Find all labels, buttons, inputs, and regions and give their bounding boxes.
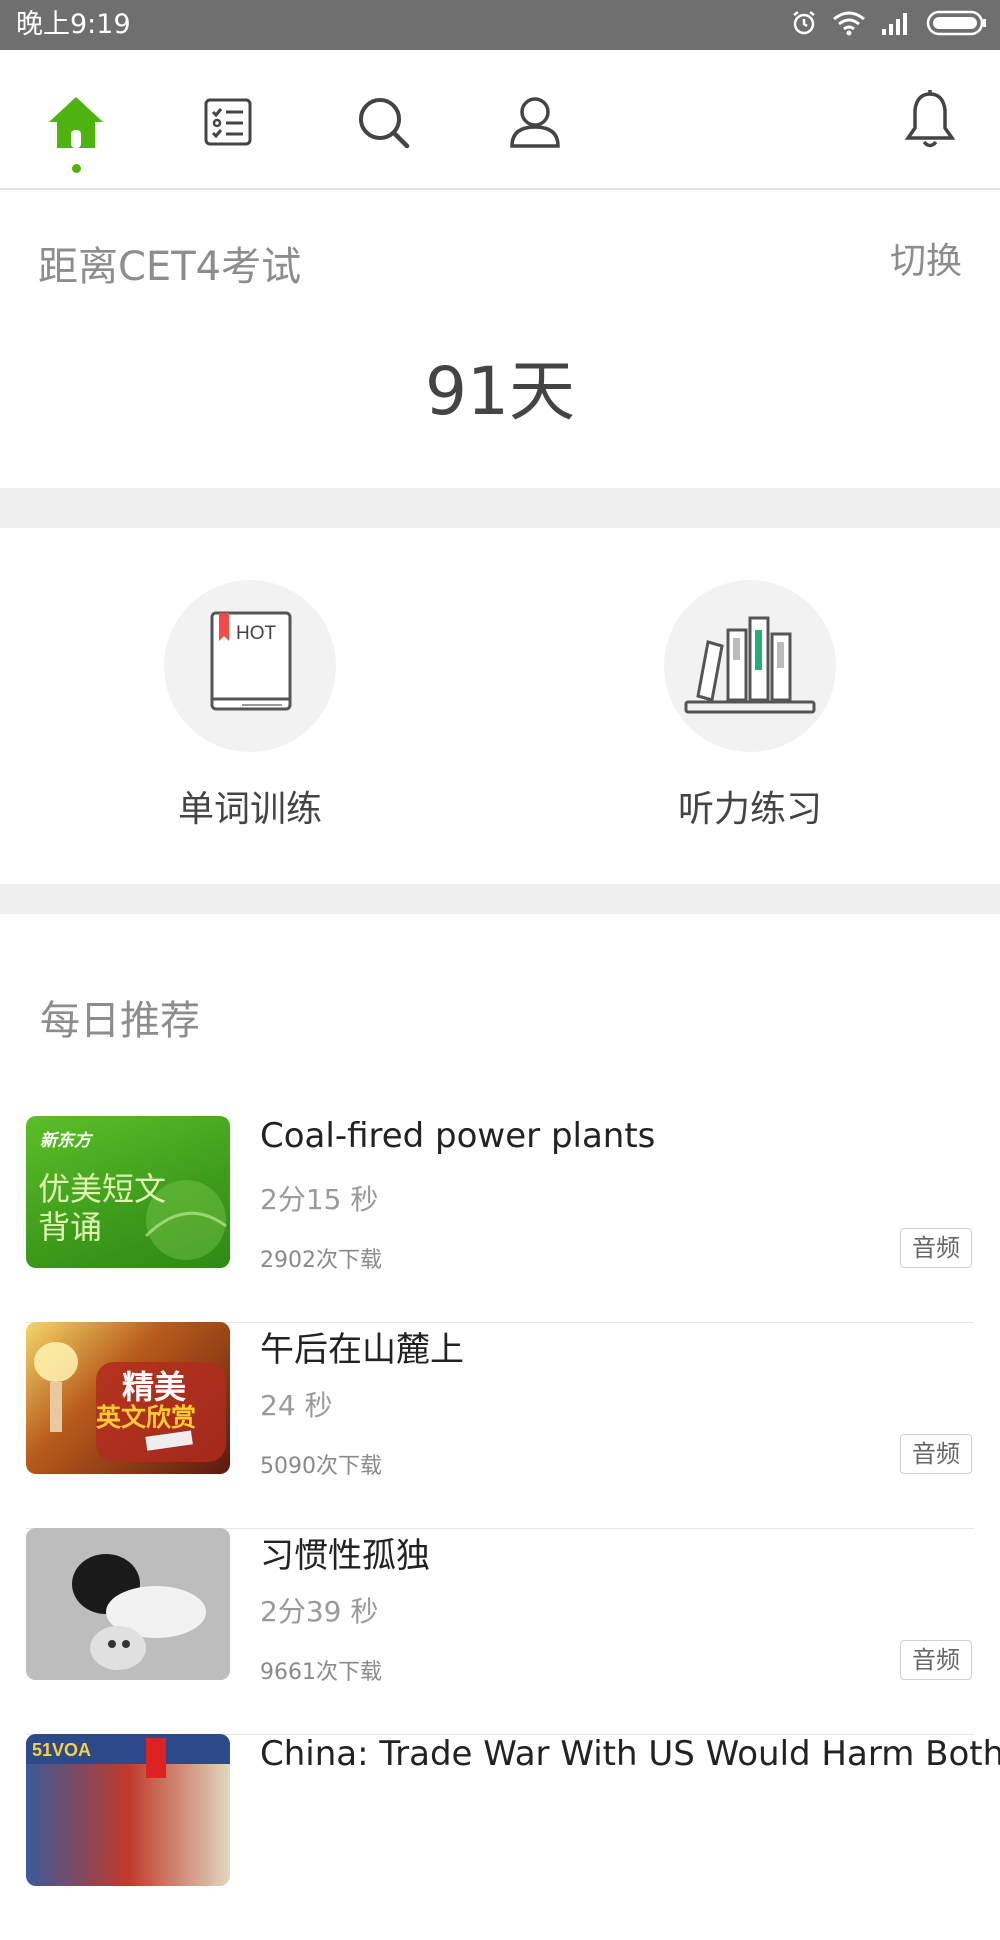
item-thumbnail: 51VOA xyxy=(26,1734,230,1886)
item-title: China: Trade War With US Would Harm Both xyxy=(260,1734,1000,1774)
active-indicator xyxy=(72,164,81,173)
daily-recommend-section: 每日推荐 新东方 优美短文 背诵 Coal-fired power plants… xyxy=(0,914,1000,1886)
list-item[interactable]: 精美 英文欣赏 午后在山麓上 24 秒 5090次下载 音频 xyxy=(26,1322,974,1529)
listening-practice-button[interactable]: 听力练习 xyxy=(630,580,870,832)
status-time: 晚上9:19 xyxy=(16,9,131,40)
audio-badge: 音频 xyxy=(900,1434,972,1474)
item-downloads: 2902次下载 xyxy=(260,1248,382,1273)
svg-text:英文欣赏: 英文欣赏 xyxy=(96,1403,196,1432)
nav-search-button[interactable] xyxy=(343,84,423,164)
item-title: 午后在山麓上 xyxy=(260,1330,464,1370)
user-icon xyxy=(509,95,561,153)
item-title: 习惯性孤独 xyxy=(260,1536,430,1576)
status-bar: 晚上9:19 xyxy=(0,0,1000,50)
vocab-training-button[interactable]: HOT 单词训练 xyxy=(130,580,370,832)
countdown-label: 距离CET4考试 xyxy=(38,244,302,290)
nav-notifications-button[interactable] xyxy=(890,82,970,162)
listening-icon-circle xyxy=(664,580,836,752)
svg-text:优美短文: 优美短文 xyxy=(38,1171,166,1207)
daily-recommend-title: 每日推荐 xyxy=(40,998,200,1044)
signal-icon xyxy=(880,11,912,39)
list-item[interactable]: 习惯性孤独 2分39 秒 9661次下载 音频 xyxy=(26,1528,974,1735)
item-duration: 24 秒 xyxy=(260,1389,333,1422)
checklist-icon xyxy=(203,97,253,151)
days-remaining: 91天 xyxy=(425,353,575,430)
audio-badge: 音频 xyxy=(900,1640,972,1680)
nav-home-button[interactable] xyxy=(36,84,116,164)
item-downloads: 9661次下载 xyxy=(260,1660,382,1685)
top-nav xyxy=(0,50,1000,190)
status-icons xyxy=(790,10,988,40)
item-downloads: 5090次下载 xyxy=(260,1454,382,1479)
nav-tasks-button[interactable] xyxy=(188,84,268,164)
hot-book-icon: HOT xyxy=(206,609,294,723)
list-item[interactable]: 51VOA China: Trade War With US Would Har… xyxy=(26,1734,1000,1940)
item-duration: 2分15 秒 xyxy=(260,1183,379,1216)
svg-text:新东方: 新东方 xyxy=(40,1131,94,1150)
exam-countdown: 距离CET4考试 切换 91天 xyxy=(0,190,1000,488)
vocab-icon-circle: HOT xyxy=(164,580,336,752)
vocab-training-label: 单词训练 xyxy=(177,789,322,830)
list-item[interactable]: 新东方 优美短文 背诵 Coal-fired power plants 2分15… xyxy=(26,1116,974,1323)
bell-icon xyxy=(904,90,956,154)
alarm-icon xyxy=(790,9,818,41)
svg-text:背诵: 背诵 xyxy=(38,1209,102,1245)
svg-text:HOT: HOT xyxy=(236,623,277,644)
svg-text:精美: 精美 xyxy=(122,1369,186,1405)
nav-profile-button[interactable] xyxy=(495,84,575,164)
feature-section: HOT 单词训练 听力练习 xyxy=(0,528,1000,884)
battery-icon xyxy=(926,10,988,40)
item-title: Coal-fired power plants xyxy=(260,1116,656,1156)
svg-text:51VOA: 51VOA xyxy=(32,1740,91,1760)
home-icon xyxy=(46,94,106,154)
switch-exam-button[interactable]: 切换 xyxy=(890,232,962,284)
item-thumbnail: 新东方 优美短文 背诵 xyxy=(26,1116,230,1268)
listening-practice-label: 听力练习 xyxy=(677,789,822,830)
item-duration: 2分39 秒 xyxy=(260,1595,379,1628)
section-divider xyxy=(0,884,1000,914)
item-thumbnail: 精美 英文欣赏 xyxy=(26,1322,230,1474)
item-thumbnail xyxy=(26,1528,230,1680)
section-divider xyxy=(0,488,1000,528)
search-icon xyxy=(356,95,410,153)
bookshelf-icon xyxy=(684,612,816,720)
wifi-icon xyxy=(832,10,866,40)
audio-badge: 音频 xyxy=(900,1228,972,1268)
